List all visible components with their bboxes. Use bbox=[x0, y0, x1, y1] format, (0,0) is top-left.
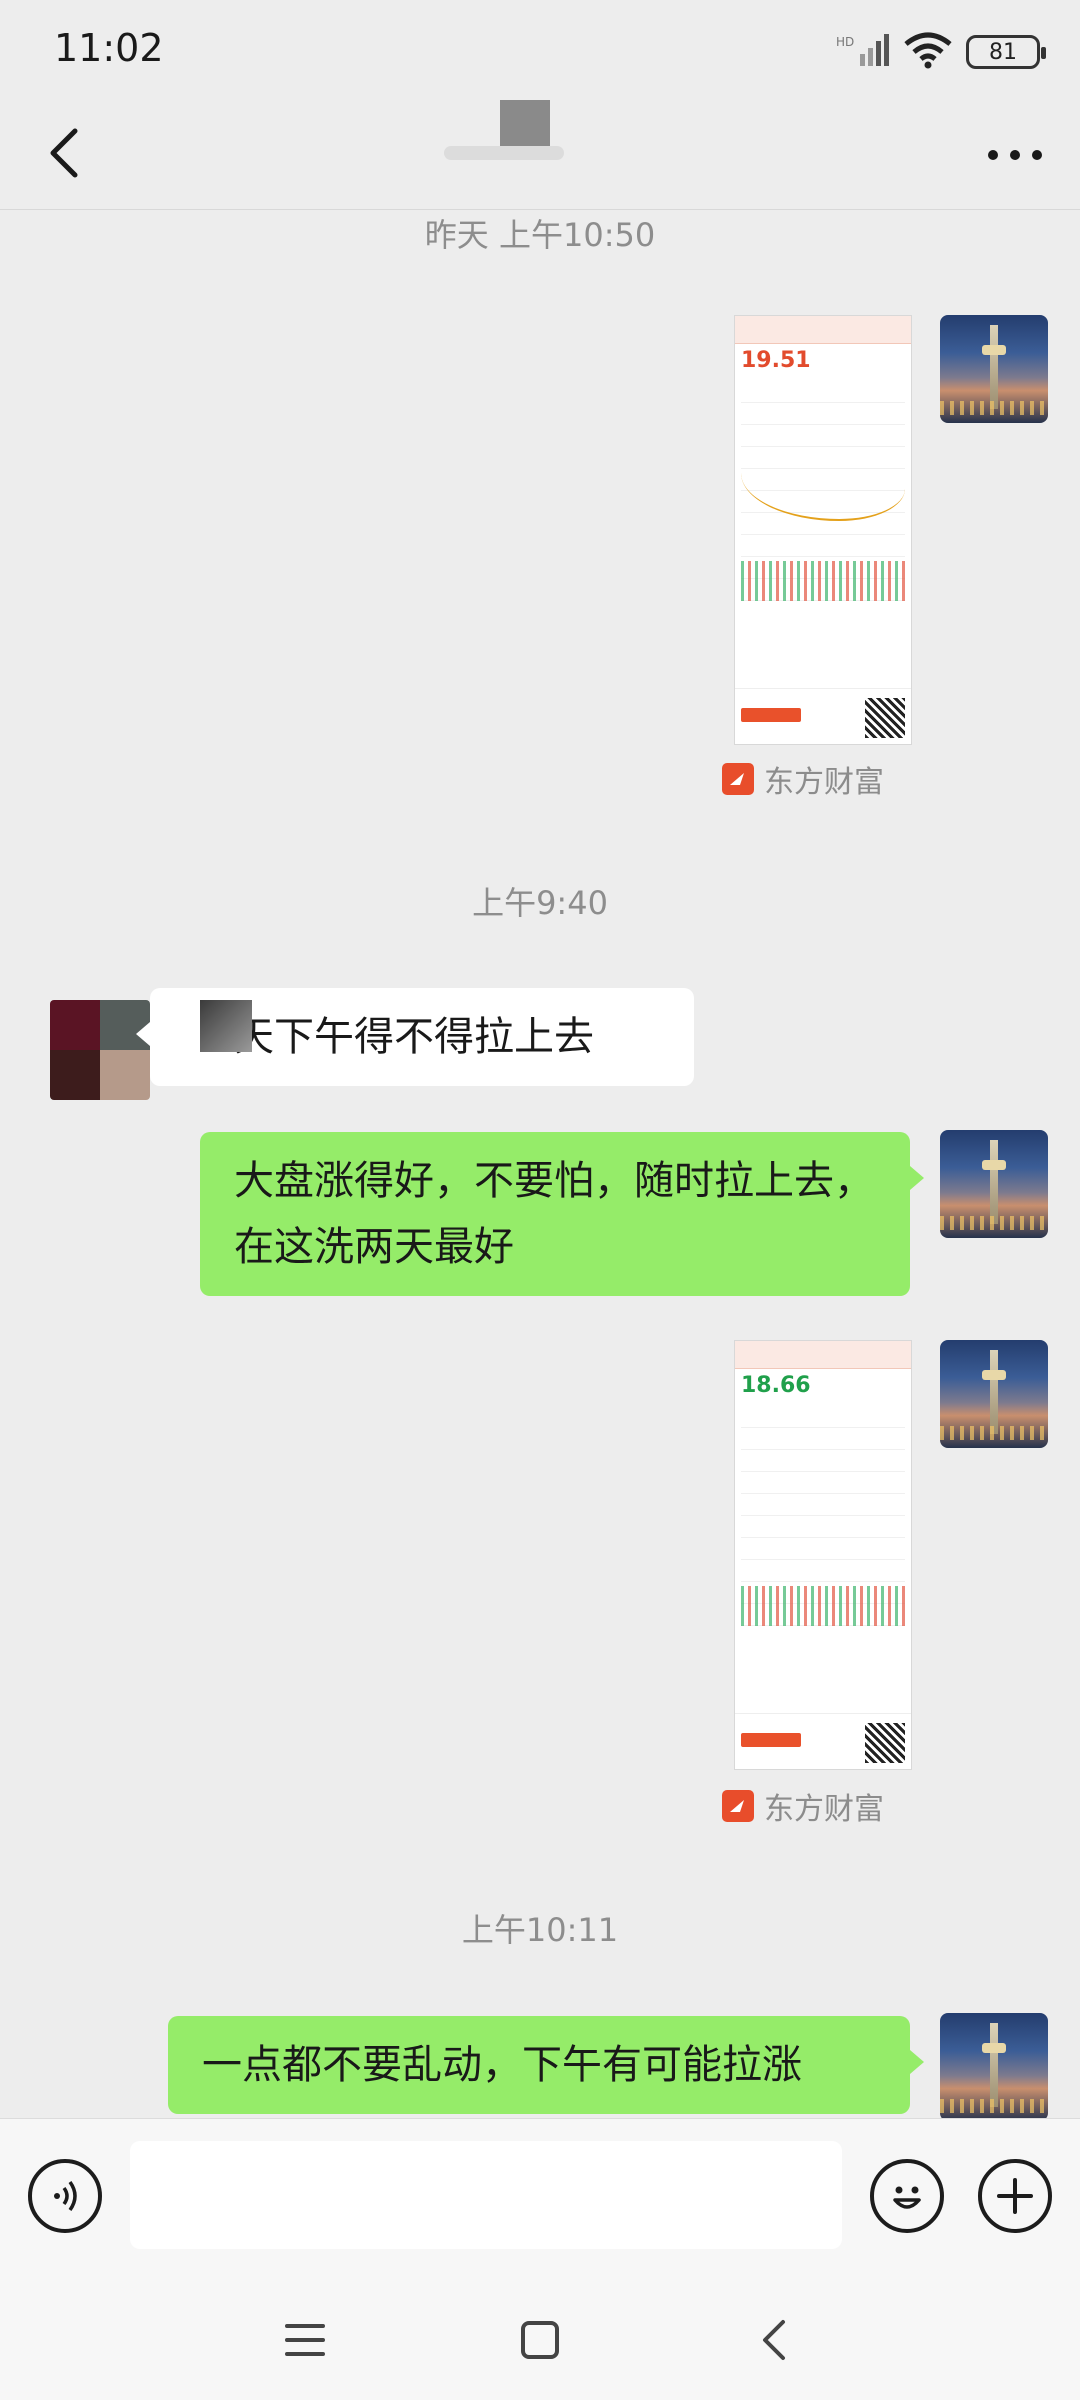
menu-icon bbox=[285, 2324, 325, 2356]
voice-button[interactable] bbox=[28, 2159, 102, 2233]
eastmoney-app-icon bbox=[722, 763, 754, 795]
battery-icon: 81 bbox=[966, 35, 1046, 69]
more-dots-icon bbox=[988, 150, 1042, 160]
home-icon bbox=[521, 2321, 559, 2359]
status-time: 11:02 bbox=[54, 26, 164, 70]
emoji-icon bbox=[893, 2186, 921, 2209]
thumb-logo bbox=[741, 708, 801, 722]
thumb-price: 18.66 bbox=[741, 1373, 811, 1398]
back-button[interactable] bbox=[30, 118, 100, 188]
message-text: 一点都不要乱动，下午有可能拉涨 bbox=[202, 2042, 802, 2088]
chat-title-avatar bbox=[500, 100, 550, 150]
timestamp: 昨天 上午10:50 bbox=[424, 216, 656, 254]
status-icons: HD 81 bbox=[836, 30, 1046, 74]
thumb-banner bbox=[735, 316, 911, 344]
emoji-button[interactable] bbox=[870, 2159, 944, 2233]
my-avatar[interactable] bbox=[940, 315, 1048, 423]
chat-title-redacted bbox=[444, 146, 564, 160]
more-button[interactable] bbox=[980, 130, 1050, 180]
my-avatar[interactable] bbox=[940, 2013, 1048, 2118]
chat-message-list[interactable]: 昨天 上午10:50 19.51 东方财富 上午9:40 天下午得不得拉上去 大… bbox=[0, 210, 1080, 2118]
battery-level: 81 bbox=[989, 39, 1017, 65]
timestamp: 上午10:11 bbox=[461, 1911, 619, 1949]
outgoing-message-bubble[interactable]: 一点都不要乱动，下午有可能拉涨 bbox=[168, 2016, 924, 2114]
voice-icon bbox=[54, 2180, 77, 2212]
source-label: 东方财富 bbox=[764, 1792, 884, 1827]
nav-home-button[interactable] bbox=[505, 2310, 575, 2370]
timestamp: 上午9:40 bbox=[472, 884, 608, 922]
eastmoney-app-icon bbox=[722, 1790, 754, 1822]
system-nav-bar bbox=[0, 2280, 1080, 2400]
nav-menu-button[interactable] bbox=[270, 2310, 340, 2370]
source-attribution[interactable]: 东方财富 bbox=[722, 1784, 884, 1828]
wifi-icon bbox=[902, 30, 954, 74]
contact-avatar[interactable] bbox=[50, 1000, 150, 1100]
nav-back-button[interactable] bbox=[740, 2310, 810, 2370]
shared-stock-screenshot[interactable]: 19.51 bbox=[734, 315, 912, 745]
my-avatar[interactable] bbox=[940, 1340, 1048, 1448]
redacted-patch bbox=[200, 1000, 252, 1052]
network-type: HD bbox=[836, 35, 854, 49]
more-actions-button[interactable] bbox=[978, 2159, 1052, 2233]
qr-code bbox=[865, 1723, 905, 1763]
my-avatar[interactable] bbox=[940, 1130, 1048, 1238]
shared-stock-screenshot[interactable]: 18.66 bbox=[734, 1340, 912, 1770]
source-attribution[interactable]: 东方财富 bbox=[722, 757, 884, 801]
input-bar bbox=[0, 2118, 1080, 2280]
thumb-chart bbox=[741, 381, 905, 601]
outgoing-message-bubble[interactable]: 大盘涨得好，不要怕，随时拉上去，在这洗两天最好 bbox=[200, 1132, 924, 1296]
message-text: 大盘涨得好，不要怕，随时拉上去，在这洗两天最好 bbox=[234, 1158, 874, 1270]
thumb-chart bbox=[741, 1406, 905, 1626]
back-icon bbox=[763, 2320, 785, 2360]
thumb-price: 19.51 bbox=[741, 348, 811, 373]
chat-header bbox=[0, 100, 1080, 210]
signal-icon: HD bbox=[836, 32, 890, 72]
plus-icon bbox=[997, 2178, 1033, 2214]
source-label: 东方财富 bbox=[764, 765, 884, 800]
qr-code bbox=[865, 698, 905, 738]
thumb-logo bbox=[741, 1733, 801, 1747]
status-bar: 11:02 HD 81 bbox=[0, 0, 1080, 100]
back-chevron-icon bbox=[50, 128, 78, 178]
thumb-banner bbox=[735, 1341, 911, 1369]
message-input[interactable] bbox=[130, 2141, 842, 2249]
